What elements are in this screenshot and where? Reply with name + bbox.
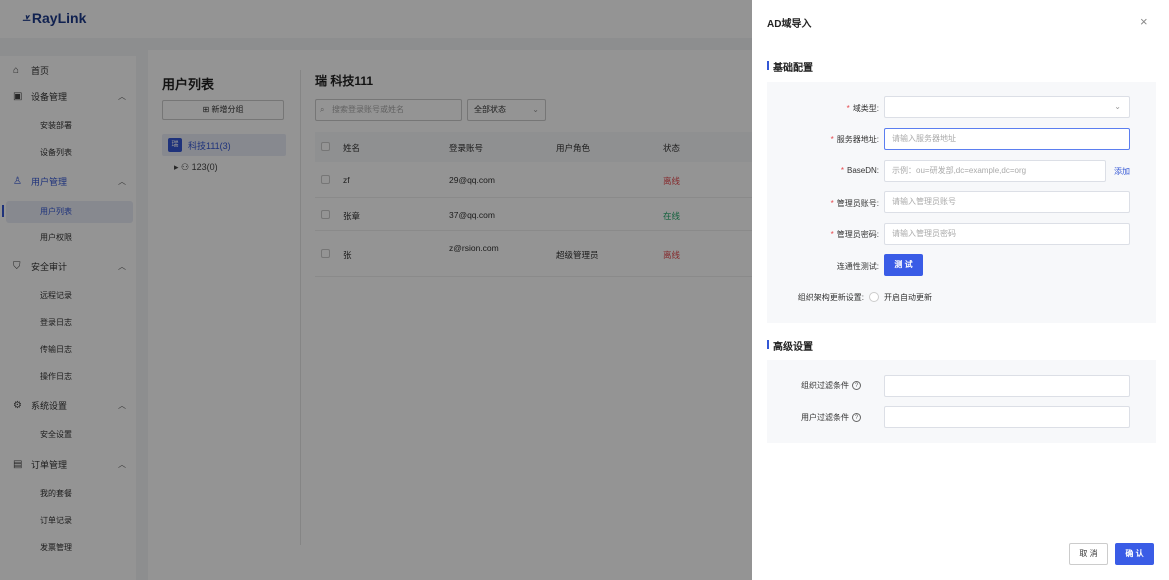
advanced-config-panel: 组织过滤条件? 用户过滤条件? — [767, 360, 1156, 443]
test-connection-button[interactable]: 测 试 — [884, 254, 923, 276]
drawer-title: AD域导入 — [767, 19, 812, 30]
section-title-advanced: 高级设置 — [767, 338, 813, 353]
connectivity-label: 连通性测试: — [836, 262, 879, 271]
domain-type-label: * 域类型: — [767, 103, 879, 114]
label-text: 域类型: — [852, 104, 879, 113]
label-text: 管理员账号: — [836, 199, 879, 208]
user-filter-label: 用户过滤条件? — [767, 412, 861, 423]
help-icon[interactable]: ? — [852, 381, 861, 391]
label-text: 管理员密码: — [836, 230, 879, 239]
org-update-label: 组织架构更新设置: — [797, 293, 864, 302]
domain-type-select[interactable]: ⌄ — [884, 96, 1130, 118]
server-address-input[interactable]: 请输入服务器地址 — [884, 128, 1130, 150]
auto-update-option[interactable]: 开启自动更新 — [884, 292, 932, 303]
base-dn-label: * BaseDN: — [767, 166, 879, 175]
admin-password-input[interactable]: 请输入管理员密码 — [884, 223, 1130, 245]
ad-import-drawer: AD域导入 × 基础配置 * 域类型: ⌄ * 服务器地址: 请输入服务器地址 * B… — [752, 0, 1169, 580]
confirm-button[interactable]: 确 认 — [1115, 543, 1154, 565]
required-mark: * — [830, 135, 834, 144]
label-text: 用户过滤条件 — [801, 413, 849, 422]
server-address-placeholder: 请输入服务器地址 — [892, 134, 956, 143]
user-filter-input[interactable] — [884, 406, 1130, 428]
cancel-button[interactable]: 取 消 — [1069, 543, 1108, 565]
auto-update-radio[interactable] — [869, 292, 879, 302]
label-text: 服务器地址: — [836, 135, 879, 144]
base-dn-input[interactable]: 示例：ou=研发部,dc=example,dc=org — [884, 160, 1106, 182]
label-text: 组织过滤条件 — [801, 381, 849, 390]
admin-password-placeholder: 请输入管理员密码 — [892, 229, 956, 238]
chevron-down-icon: ⌄ — [1114, 102, 1121, 111]
base-dn-placeholder: 示例：ou=研发部,dc=example,dc=org — [892, 166, 1027, 175]
required-mark: * — [846, 104, 850, 113]
required-mark: * — [830, 199, 834, 208]
server-address-label: * 服务器地址: — [767, 134, 879, 145]
basic-config-panel: * 域类型: ⌄ * 服务器地址: 请输入服务器地址 * BaseDN: 示例：ou=… — [767, 82, 1156, 323]
org-filter-label: 组织过滤条件? — [767, 380, 861, 391]
admin-account-input[interactable]: 请输入管理员账号 — [884, 191, 1130, 213]
close-icon[interactable]: × — [1140, 14, 1148, 29]
required-mark: * — [840, 166, 844, 175]
add-base-dn-link[interactable]: 添加 — [1114, 166, 1130, 177]
admin-password-label: * 管理员密码: — [767, 229, 879, 240]
label-text: BaseDN: — [846, 166, 879, 175]
org-filter-input[interactable] — [884, 375, 1130, 397]
help-icon[interactable]: ? — [852, 413, 861, 423]
modal-overlay[interactable] — [0, 0, 752, 580]
admin-account-placeholder: 请输入管理员账号 — [892, 197, 956, 206]
required-mark: * — [830, 230, 834, 239]
section-title-basic: 基础配置 — [767, 59, 813, 74]
admin-account-label: * 管理员账号: — [767, 198, 879, 209]
